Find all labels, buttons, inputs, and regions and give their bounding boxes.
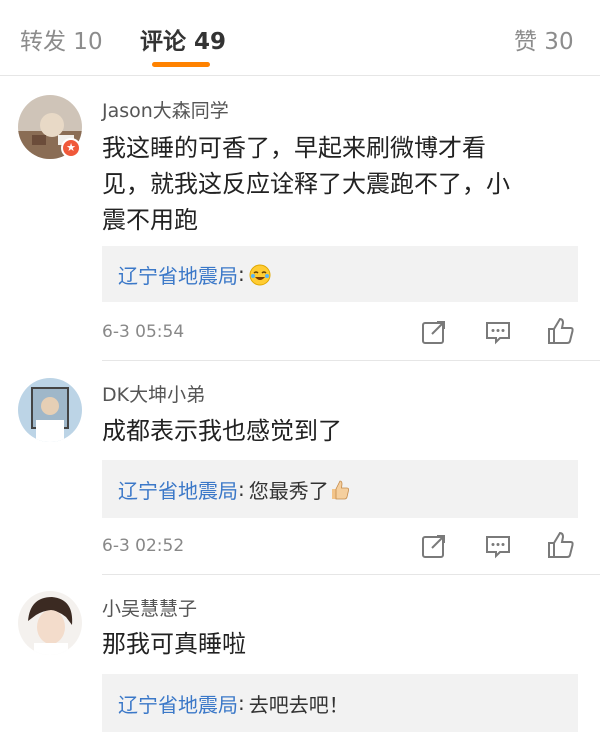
like-icon[interactable] [546,316,574,344]
reply-author[interactable]: 辽宁省地震局 [118,689,238,718]
reply-author[interactable]: 辽宁省地震局 [118,260,238,289]
comment-text-line: 成都表示我也感觉到了 [102,417,342,445]
active-tab-indicator [152,62,210,67]
comment-text-line: 见，就我这反应诠释了大震跑不了，小 [102,170,510,198]
avatar[interactable] [18,378,82,442]
reply-separator: : [238,477,245,501]
comment-text-line: 我这睡的可香了，早起来刷微博才看 [102,134,486,162]
divider [102,360,600,361]
divider [102,574,600,575]
comment-text-line: 震不用跑 [102,206,198,234]
comment-text: 成都表示我也感觉到了 [102,413,572,449]
comment-username[interactable]: Jason大森同学 [102,96,229,123]
reply-text: 您最秀了 [248,478,329,503]
repost-icon[interactable] [420,532,448,560]
comment-timestamp: 6-3 02:52 [102,536,185,556]
comment-icon[interactable] [484,318,512,346]
thumbs-up-emoji-icon [329,477,351,502]
reply-separator: : [238,262,245,286]
like-icon[interactable] [546,530,574,558]
reply-author[interactable]: 辽宁省地震局 [118,475,238,504]
comment-username[interactable]: DK大坤小弟 [102,380,205,407]
comment-text: 我这睡的可香了，早起来刷微博才看 见，就我这反应诠释了大震跑不了，小 震不用跑 [102,130,572,238]
verified-badge-icon: ★ [61,138,81,158]
comment-tabs-bar: 转发 10 评论 49 赞 30 [0,0,600,76]
comment-timestamp: 6-3 05:54 [102,322,185,342]
tab-comments[interactable]: 评论 49 [140,22,226,56]
reply-separator: : [238,691,245,715]
comment-text: 那我可真睡啦 [102,626,572,662]
reply-text: 去吧去吧！ [248,692,349,717]
avatar[interactable] [18,591,82,655]
comment-text-line: 那我可真睡啦 [102,630,246,658]
repost-icon[interactable] [420,318,448,346]
tab-reposts[interactable]: 转发 10 [20,22,103,56]
tab-likes[interactable]: 赞 30 [514,22,574,56]
laughing-tears-emoji-icon [249,262,271,287]
reply-box[interactable]: 辽宁省地震局 : 您最秀了 [102,460,578,518]
reply-box[interactable]: 辽宁省地震局 : [102,246,578,302]
comment-username[interactable]: 小吴慧慧子 [102,594,197,621]
reply-box[interactable]: 辽宁省地震局 : 去吧去吧！ [102,674,578,732]
comment-icon[interactable] [484,532,512,560]
